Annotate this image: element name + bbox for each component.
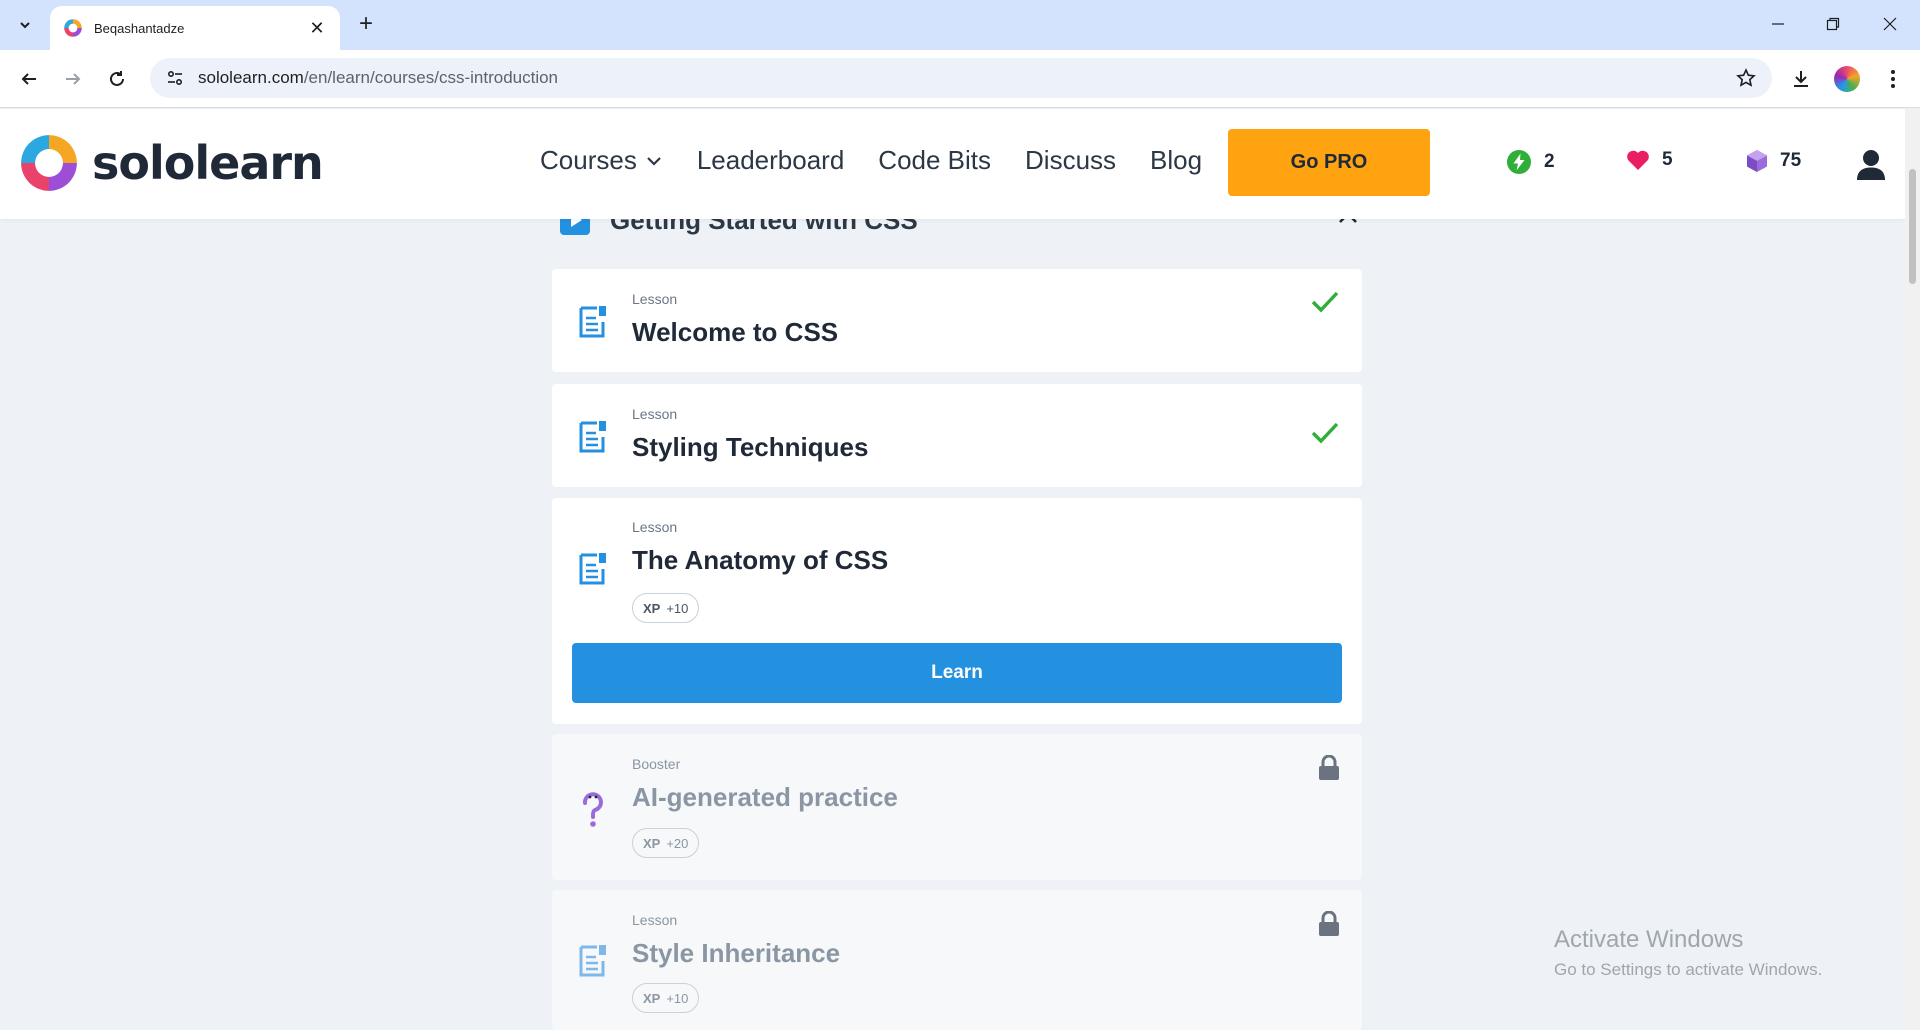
xp-label: XP	[643, 600, 661, 616]
nav-courses-label: Courses	[540, 145, 637, 175]
browser-tabstrip: Beqashantadze ✕ +	[0, 0, 1920, 50]
lesson-card-styling-techniques[interactable]: Lesson Styling Techniques	[552, 384, 1362, 487]
lesson-document-icon	[579, 945, 606, 977]
url-host: sololearn.com	[198, 68, 304, 87]
sololearn-logo[interactable]: sololearn	[18, 132, 324, 194]
logo-text: sololearn	[92, 136, 324, 190]
heart-icon	[1627, 150, 1649, 170]
chevron-down-icon	[20, 22, 30, 29]
go-pro-button[interactable]: Go PRO	[1228, 129, 1430, 196]
streak-counter[interactable]: 2	[1506, 149, 1555, 175]
hearts-counter[interactable]: 5	[1626, 149, 1673, 171]
browser-toolbar: sololearn.com/en/learn/courses/css-intro…	[0, 50, 1920, 108]
kebab-menu-icon	[1891, 70, 1895, 88]
lesson-title: AI-generated practice	[632, 782, 898, 812]
gem-icon	[1747, 150, 1767, 172]
new-tab-button[interactable]: +	[352, 10, 380, 38]
gems-count: 75	[1780, 150, 1802, 171]
minimize-button[interactable]	[1760, 8, 1796, 40]
lesson-kind: Booster	[632, 756, 681, 772]
close-icon	[1883, 17, 1897, 31]
downloads-button[interactable]	[1786, 64, 1816, 94]
back-button[interactable]	[14, 64, 44, 94]
lesson-card-welcome-to-css[interactable]: Lesson Welcome to CSS	[552, 269, 1362, 372]
profile-avatar	[1834, 66, 1860, 92]
url-text[interactable]: sololearn.com/en/learn/courses/css-intro…	[198, 68, 1736, 88]
profile-button[interactable]	[1832, 64, 1862, 94]
lesson-title: Welcome to CSS	[632, 317, 839, 347]
arrow-right-icon	[66, 73, 81, 85]
page-scrollbar[interactable]	[1905, 109, 1920, 1030]
restore-button[interactable]	[1815, 8, 1851, 40]
sololearn-favicon-icon	[64, 19, 82, 37]
lesson-title: Styling Techniques	[632, 432, 869, 462]
minimize-icon	[1772, 23, 1784, 25]
windows-activation-watermark: Activate Windows Go to Settings to activ…	[1554, 926, 1822, 980]
lesson-document-icon	[579, 306, 606, 338]
bookmark-star-icon[interactable]	[1736, 68, 1756, 88]
watermark-subtitle: Go to Settings to activate Windows.	[1554, 960, 1823, 979]
hearts-count: 5	[1662, 149, 1673, 170]
xp-badge: XP +20	[632, 828, 700, 858]
watermark-title: Activate Windows	[1554, 926, 1744, 953]
reload-icon	[110, 71, 124, 86]
xp-badge: XP +10	[632, 593, 700, 623]
lesson-kind: Lesson	[632, 291, 678, 307]
user-profile-icon[interactable]	[1856, 149, 1886, 181]
browser-tab-active[interactable]: Beqashantadze ✕	[50, 6, 340, 50]
scrollbar-thumb[interactable]	[1909, 169, 1916, 284]
main-nav: Courses Leaderboard Code Bits Discuss Bl…	[540, 145, 1236, 176]
reload-button[interactable]	[102, 64, 132, 94]
question-booster-icon	[582, 792, 603, 827]
download-icon	[1794, 71, 1808, 87]
nav-discuss[interactable]: Discuss	[1025, 145, 1116, 176]
lesson-card-style-inheritance[interactable]: Lesson Style Inheritance XP +10	[552, 890, 1362, 1030]
lightning-icon	[1507, 150, 1531, 174]
lesson-kind: Lesson	[632, 912, 678, 928]
nav-blog[interactable]: Blog	[1150, 145, 1202, 176]
chevron-down-icon	[647, 156, 661, 166]
sololearn-logo-icon	[21, 135, 77, 191]
address-bar[interactable]: sololearn.com/en/learn/courses/css-intro…	[150, 58, 1772, 98]
checkmark-icon	[1311, 422, 1339, 444]
lesson-kind: Lesson	[632, 519, 678, 535]
xp-label: XP	[643, 835, 661, 851]
tab-title: Beqashantadze	[94, 20, 185, 36]
gems-counter[interactable]: 75	[1746, 149, 1801, 173]
learn-button[interactable]: Learn	[572, 643, 1342, 703]
nav-code-bits[interactable]: Code Bits	[878, 145, 991, 176]
tab-close-icon[interactable]: ✕	[306, 18, 328, 39]
lock-icon	[1319, 911, 1339, 936]
lesson-title: The Anatomy of CSS	[632, 545, 889, 575]
close-window-button[interactable]	[1872, 8, 1908, 40]
nav-leaderboard[interactable]: Leaderboard	[697, 145, 844, 176]
xp-value: +10	[666, 990, 689, 1006]
booster-card-ai-practice[interactable]: Booster AI-generated practice XP +20	[552, 734, 1362, 880]
checkmark-icon	[1311, 291, 1339, 313]
xp-badge: XP +10	[632, 983, 700, 1013]
site-header: sololearn Courses Leaderboard Code Bits …	[0, 109, 1905, 219]
arrow-left-icon	[21, 73, 36, 85]
restore-icon	[1826, 17, 1840, 31]
site-info-icon[interactable]	[166, 69, 184, 87]
xp-value: +10	[666, 600, 689, 616]
xp-label: XP	[643, 990, 661, 1006]
tab-search-button[interactable]	[10, 12, 40, 38]
lock-icon	[1319, 755, 1339, 780]
streak-count: 2	[1544, 151, 1555, 172]
lesson-title: Style Inheritance	[632, 938, 841, 968]
xp-value: +20	[666, 835, 689, 851]
lesson-kind: Lesson	[632, 406, 678, 422]
browser-menu-button[interactable]	[1878, 64, 1908, 94]
forward-button[interactable]	[58, 64, 88, 94]
url-path: /en/learn/courses/css-introduction	[303, 68, 559, 87]
nav-courses[interactable]: Courses	[540, 145, 663, 176]
lesson-card-anatomy-of-css[interactable]: Lesson The Anatomy of CSS XP +10 Learn	[552, 498, 1362, 724]
lesson-document-icon	[579, 553, 606, 585]
lesson-document-icon	[579, 421, 606, 453]
